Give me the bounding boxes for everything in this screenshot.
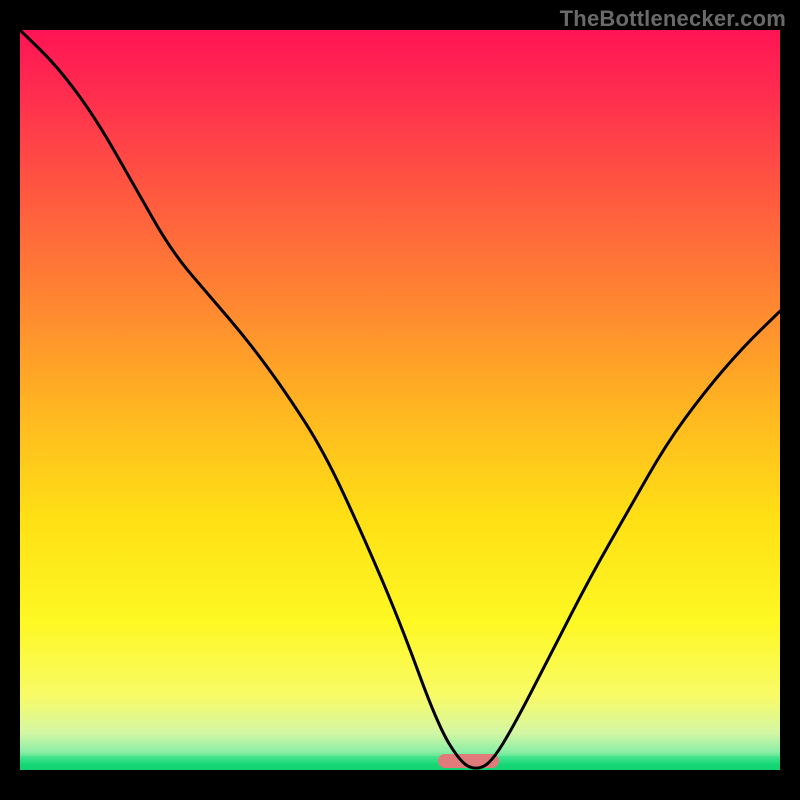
plot-area	[20, 30, 780, 770]
chart-frame: TheBottlenecker.com	[0, 0, 800, 800]
bottleneck-curve-path	[20, 30, 780, 768]
watermark-text: TheBottlenecker.com	[560, 6, 786, 32]
curve-svg	[20, 30, 780, 770]
